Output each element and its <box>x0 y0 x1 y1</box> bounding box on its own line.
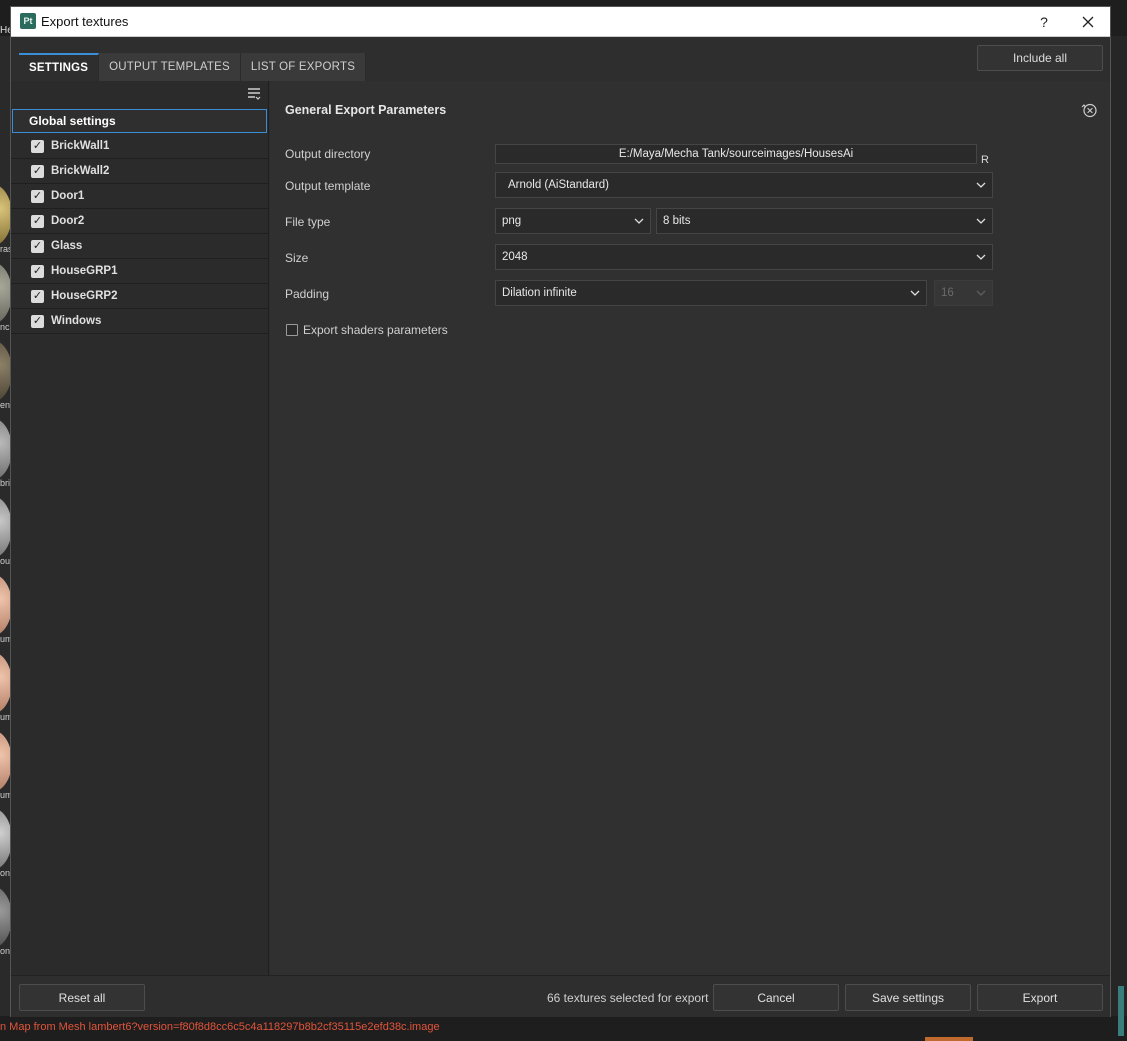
tab-bar: SETTINGS OUTPUT TEMPLATES LIST OF EXPORT… <box>19 53 367 81</box>
texture-set-label: Door1 <box>51 190 85 202</box>
global-settings-item[interactable]: Global settings <box>12 109 267 133</box>
list-item[interactable]: ✓ HouseGRP1 <box>11 259 268 284</box>
padding-label: Padding <box>285 287 330 301</box>
list-item[interactable]: ✓ HouseGRP2 <box>11 284 268 309</box>
checkbox-checked[interactable]: ✓ <box>31 139 44 153</box>
list-item[interactable]: ✓ Windows <box>11 309 268 334</box>
bit-depth-value: 8 bits <box>663 215 691 227</box>
list-item[interactable]: ✓ BrickWall2 <box>11 159 268 184</box>
material-thumbnail-label: nc <box>0 322 10 332</box>
section-title: General Export Parameters <box>285 103 447 117</box>
dialog-footer: Reset all 66 textures selected for expor… <box>11 975 1110 1017</box>
texture-set-label: Windows <box>51 315 102 327</box>
checkbox-checked[interactable]: ✓ <box>31 214 44 228</box>
chevron-down-icon <box>976 254 986 260</box>
texture-set-label: BrickWall2 <box>51 165 110 177</box>
checkbox-checked[interactable]: ✓ <box>31 314 44 328</box>
output-directory-field[interactable]: E:/Maya/Mecha Tank/sourceimages/HousesAi <box>495 144 977 164</box>
padding-dropdown[interactable]: Dilation infinite <box>495 280 927 306</box>
chevron-down-icon <box>976 182 986 188</box>
tab-output-templates[interactable]: OUTPUT TEMPLATES <box>99 53 241 81</box>
chevron-down-icon <box>976 218 986 224</box>
taskbar-indicator <box>925 1037 973 1041</box>
material-thumbnail-label: bri <box>0 478 11 488</box>
output-directory-label: Output directory <box>285 147 371 161</box>
texture-set-list: ✓ BrickWall1 ✓ BrickWall2 ✓ Door1 ✓ Door2 ✓ G… <box>11 134 268 334</box>
size-value: 2048 <box>502 251 528 263</box>
list-item[interactable]: ✓ Door2 <box>11 209 268 234</box>
save-settings-button[interactable]: Save settings <box>845 984 971 1011</box>
export-button[interactable]: Export <box>977 984 1103 1011</box>
output-template-value: Arnold (AiStandard) <box>508 179 609 191</box>
list-item[interactable]: ✓ Glass <box>11 234 268 259</box>
texture-set-label: HouseGRP2 <box>51 290 118 302</box>
padding-amount-dropdown: 16 <box>934 280 993 306</box>
background-scrollbar[interactable] <box>1111 36 1127 1036</box>
output-directory-suffix: R <box>981 154 989 166</box>
screen: He ras nc eni bri ou um um um on on Pt E… <box>0 0 1127 1041</box>
scrollbar-thumb[interactable] <box>1118 986 1124 1036</box>
title-bar[interactable]: Pt Export textures ? <box>11 7 1110 37</box>
checkbox-checked[interactable]: ✓ <box>31 239 44 253</box>
log-error-line: n Map from Mesh lambert6?version=f80f8d8… <box>0 1021 440 1033</box>
window-title: Export textures <box>41 14 129 29</box>
chevron-down-icon <box>976 290 986 296</box>
list-item[interactable]: ✓ Door1 <box>11 184 268 209</box>
checkbox-checked[interactable]: ✓ <box>31 289 44 303</box>
export-textures-dialog: Pt Export textures ? SETTINGS OUTPUT TEM… <box>10 6 1111 1017</box>
output-template-label: Output template <box>285 179 371 193</box>
export-shaders-label: Export shaders parameters <box>303 323 448 337</box>
cancel-button[interactable]: Cancel <box>713 984 839 1011</box>
material-thumbnail-label: ou <box>0 556 11 566</box>
material-thumbnail-label: on <box>0 868 11 878</box>
size-label: Size <box>285 251 309 265</box>
tab-settings[interactable]: SETTINGS <box>19 53 100 81</box>
list-options-icon[interactable] <box>247 87 261 101</box>
file-format-value: png <box>502 215 522 227</box>
export-parameters-panel: General Export Parameters Output directo… <box>270 81 1110 975</box>
material-thumbnail-label: on <box>0 946 11 956</box>
painter-app-icon: Pt <box>20 13 36 29</box>
texture-set-label: BrickWall1 <box>51 140 110 152</box>
list-item[interactable]: ✓ BrickWall1 <box>11 134 268 159</box>
export-shaders-checkbox[interactable] <box>286 324 298 336</box>
export-status-text: 66 textures selected for export <box>547 991 709 1005</box>
checkbox-checked[interactable]: ✓ <box>31 164 44 178</box>
tab-list-of-exports[interactable]: LIST OF EXPORTS <box>240 53 367 81</box>
texture-set-label: Glass <box>51 240 83 252</box>
file-format-dropdown[interactable]: png <box>495 208 651 234</box>
export-shaders-option[interactable]: Export shaders parameters <box>286 323 448 337</box>
checkbox-checked[interactable]: ✓ <box>31 264 44 278</box>
texture-set-label: HouseGRP1 <box>51 265 118 277</box>
help-button[interactable]: ? <box>1029 11 1059 33</box>
close-icon <box>1082 16 1094 28</box>
size-dropdown[interactable]: 2048 <box>495 244 993 270</box>
file-type-label: File type <box>285 215 331 229</box>
reset-all-button[interactable]: Reset all <box>19 984 145 1011</box>
texture-set-panel: Global settings ✓ BrickWall1 ✓ BrickWall2 … <box>11 81 269 975</box>
output-template-dropdown[interactable]: Arnold (AiStandard) <box>495 172 993 198</box>
close-button[interactable] <box>1073 11 1103 33</box>
padding-amount-value: 16 <box>941 287 954 299</box>
checkbox-checked[interactable]: ✓ <box>31 189 44 203</box>
include-all-button[interactable]: Include all <box>977 45 1103 71</box>
chevron-down-icon <box>910 290 920 296</box>
bit-depth-dropdown[interactable]: 8 bits <box>656 208 993 234</box>
padding-value: Dilation infinite <box>502 287 577 299</box>
reset-parameters-icon[interactable] <box>1080 101 1098 119</box>
texture-set-label: Door2 <box>51 215 85 227</box>
chevron-down-icon <box>634 218 644 224</box>
